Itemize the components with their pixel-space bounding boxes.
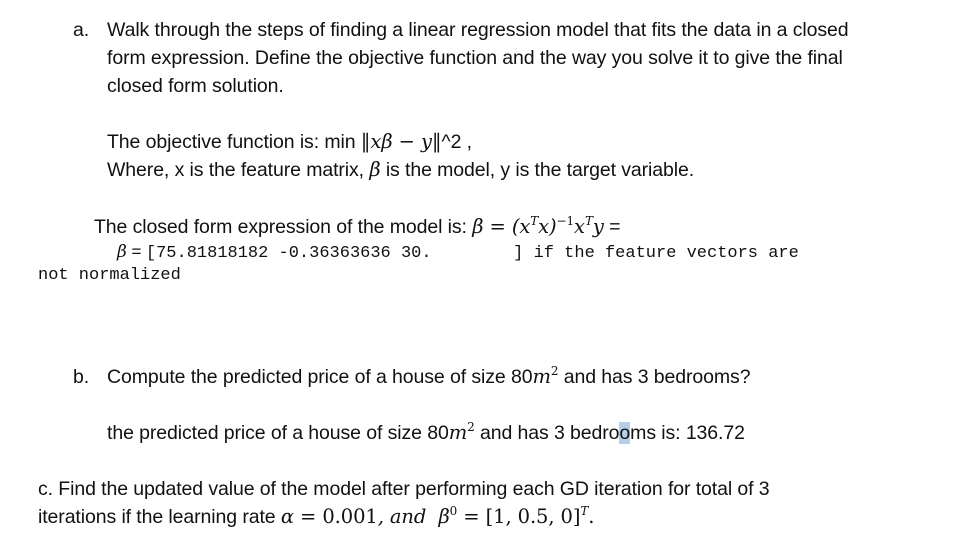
beta-result-values: [75.81818182 -0.36363636 30. ] if the fe… — [145, 244, 799, 263]
answer-prefix: the predicted price of a house of size 8… — [107, 422, 449, 444]
where-suffix: is the model, y is the target variable. — [380, 159, 695, 181]
part-b-answer: the predicted price of a house of size 8… — [107, 421, 745, 445]
beta-result-wrap: not normalized — [38, 266, 181, 285]
question-text: Walk through the steps of finding a line… — [107, 19, 849, 41]
beta-result-line: β = [75.81818182 -0.36363636 30. ] if th… — [117, 240, 799, 266]
part-a-question-line-2: form expression. Define the objective fu… — [107, 47, 843, 69]
closed-form-x2: x — [574, 215, 585, 238]
part-b-question-suffix: and has 3 bedrooms? — [558, 366, 751, 388]
objective-math: ‖xβ − y‖ — [360, 130, 442, 153]
closed-form-prefix: The closed form expression of the model … — [94, 216, 473, 238]
beta-symbol: β — [369, 158, 381, 181]
answer-mid-a: and has 3 bedro — [474, 422, 620, 444]
text-selection-highlight[interactable]: o — [619, 422, 630, 444]
inverse-sup: −1 — [556, 214, 575, 228]
objective-suffix: ^2 , — [441, 131, 473, 153]
where-prefix: Where, x is the feature matrix, — [107, 159, 370, 181]
closed-form-line: The closed form expression of the model … — [94, 215, 620, 239]
beta0-value: [1, 0.5, 0] — [485, 505, 581, 528]
transpose-sup-2: T — [584, 214, 593, 228]
beta0-eq: = — [457, 505, 486, 528]
where-line: Where, x is the feature matrix, β is the… — [107, 158, 694, 182]
objective-prefix: The objective function is: min — [107, 131, 361, 153]
unit-m: m — [532, 365, 551, 388]
answer-mid-b: ms is: — [630, 422, 686, 444]
closed-form-y: y — [592, 215, 604, 238]
alpha-symbol: α — [280, 505, 294, 528]
part-b-label: b. — [73, 366, 90, 388]
part-c-line-1: c. Find the updated value of the model a… — [38, 478, 770, 500]
part-c-prefix: iterations if the learning rate — [38, 506, 281, 528]
period: . — [588, 505, 595, 528]
part-a-label: a. — [73, 19, 90, 41]
answer-unit-m: m — [448, 421, 468, 444]
closed-form-x: x) — [538, 215, 557, 238]
objective-function-line: The objective function is: min ‖xβ − y‖^… — [107, 130, 472, 154]
part-a-question-line-1: a. Walk through the steps of finding a li… — [73, 18, 849, 42]
closed-form-eq: = (x — [483, 215, 531, 238]
answer-value: 136.72 — [685, 422, 745, 444]
part-b-question-prefix: Compute the predicted price of a house o… — [107, 366, 533, 388]
alpha-eq: = — [293, 505, 323, 528]
beta0-symbol: β — [438, 505, 450, 528]
answer-unit-exp: 2 — [467, 420, 475, 434]
part-b-question: b. Compute the predicted price of a house… — [73, 365, 751, 389]
beta-result-symbol: β — [117, 242, 127, 262]
closed-form-beta: β — [472, 215, 484, 238]
part-a-question-line-3: closed form solution. — [107, 75, 284, 97]
alpha-value: 0.001 — [322, 505, 378, 528]
beta-result-eq: = — [126, 242, 146, 261]
closed-form-tail: = — [603, 216, 621, 238]
and-text: , and — [377, 505, 439, 528]
part-c-line-2: iterations if the learning rate α = 0.00… — [38, 505, 594, 529]
transpose-sup: T — [530, 214, 539, 228]
